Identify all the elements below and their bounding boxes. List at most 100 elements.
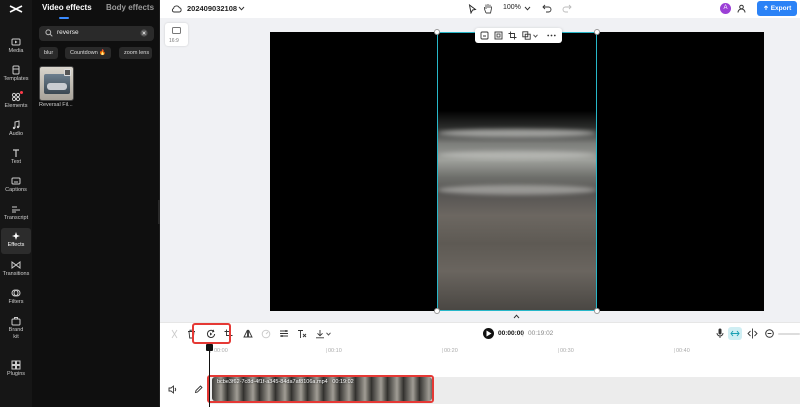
speed-icon[interactable] — [261, 329, 271, 339]
crop-fit-icon[interactable] — [494, 31, 503, 40]
highlight-box-reverse — [192, 323, 231, 344]
time-ruler[interactable]: 00:00 00:10 00:20 00:30 00:40 — [210, 348, 800, 358]
aspect-ratio-button[interactable]: 16:9 — [165, 23, 188, 46]
effect-thumbnail-reversal-filter[interactable] — [39, 66, 74, 101]
magnet-snap-toggle[interactable] — [728, 327, 742, 340]
select-pointer-icon[interactable] — [468, 4, 477, 14]
snap-icon — [730, 330, 740, 337]
notification-dot — [20, 91, 23, 94]
rail-item-effects[interactable]: Effects — [1, 228, 31, 254]
undo-icon[interactable] — [542, 4, 552, 13]
rail-item-filters[interactable]: Filters — [0, 285, 32, 311]
avatar[interactable]: A — [720, 3, 731, 14]
ruler-label: 00:30 — [560, 348, 574, 354]
text-icon — [13, 149, 19, 157]
effects-icon — [12, 232, 20, 240]
rail-item-elements[interactable]: Elements — [0, 89, 32, 115]
rail-item-plugins[interactable]: Plugins — [0, 357, 32, 383]
zoom-slider[interactable] — [778, 333, 800, 335]
crop-icon[interactable] — [508, 31, 517, 40]
resize-handle[interactable] — [594, 308, 600, 314]
chip-blur[interactable]: blur — [39, 47, 59, 59]
remove-background-icon[interactable] — [297, 329, 307, 339]
left-rail: Media Templates Elements Audio Text Capt… — [0, 0, 32, 407]
ruler-label: 00:00 — [214, 348, 228, 354]
active-tab-indicator — [59, 17, 69, 19]
audio-icon — [12, 120, 20, 130]
track-edit-icon[interactable] — [194, 385, 203, 394]
playhead[interactable] — [209, 344, 210, 407]
track-audio-icon[interactable] — [168, 385, 177, 394]
brand-kit-icon — [11, 317, 21, 326]
capcut-logo-icon[interactable] — [7, 3, 25, 17]
rail-item-captions[interactable]: Captions — [0, 173, 32, 199]
upload-icon — [763, 4, 768, 10]
chip-zoom-lens[interactable]: zoom lens — [119, 47, 152, 59]
chevron-up-icon[interactable] — [513, 314, 520, 319]
aspect-ratio-icon — [172, 27, 181, 34]
export-button[interactable]: Export — [757, 1, 797, 16]
media-icon — [11, 38, 21, 46]
adjust-icon[interactable] — [279, 329, 289, 338]
resize-handle[interactable] — [434, 308, 440, 314]
play-icon — [486, 330, 492, 337]
transcript-icon — [12, 206, 20, 213]
redo-icon[interactable] — [562, 4, 572, 13]
rail-item-transitions[interactable]: Transitions — [0, 257, 32, 283]
playhead-handle[interactable] — [206, 344, 213, 351]
tab-body-effects[interactable]: Body effects — [106, 3, 154, 12]
rail-item-templates[interactable]: Templates — [0, 62, 32, 88]
more-options-icon[interactable] — [547, 34, 556, 37]
cloud-icon — [171, 5, 182, 13]
rail-item-text[interactable]: Text — [0, 145, 32, 171]
resize-handle[interactable] — [594, 29, 600, 35]
timeline-toolbar: 00:00:00 | 00:19:02 — [160, 322, 800, 344]
chip-countdown[interactable]: Countdown 🔥 — [65, 47, 112, 59]
mask-icon[interactable] — [522, 31, 531, 40]
mirror-icon[interactable] — [243, 329, 253, 338]
rail-item-media[interactable]: Media — [0, 34, 32, 60]
effect-label: Reversal Fil... — [39, 102, 73, 108]
highlight-box-clip — [207, 375, 434, 403]
templates-icon — [12, 65, 20, 75]
resize-handle[interactable] — [434, 29, 440, 35]
preview-canvas-area: 16:9 — [160, 18, 800, 322]
user-icon[interactable] — [737, 4, 746, 13]
favorite-toggle-icon[interactable] — [64, 69, 71, 76]
replace-icon[interactable] — [480, 31, 489, 40]
mask-chevron-icon[interactable] — [533, 34, 538, 38]
zoom-chevron-icon[interactable] — [524, 6, 531, 11]
project-name[interactable]: 202409032108 — [187, 4, 237, 13]
download-icon[interactable] — [315, 329, 325, 339]
current-time: 00:00:00 — [498, 330, 525, 337]
play-button[interactable] — [483, 328, 494, 339]
chevron-down-icon[interactable] — [238, 6, 245, 11]
selected-video-layer[interactable] — [437, 32, 597, 311]
clear-search-icon[interactable] — [140, 29, 148, 37]
download-chevron-icon[interactable] — [326, 332, 331, 336]
tab-video-effects[interactable]: Video effects — [42, 3, 92, 12]
timeline[interactable]: 00:00 00:10 00:20 00:30 00:40 bcbe3f62-7… — [160, 344, 800, 407]
plugins-icon — [11, 360, 21, 370]
captions-icon — [11, 177, 21, 185]
rail-item-brand-kit[interactable]: Brand kit — [0, 313, 32, 347]
top-bar: 202409032108 100% A Export — [160, 0, 800, 18]
microphone-icon[interactable] — [716, 328, 724, 339]
time-separator: | — [522, 330, 524, 337]
rail-item-audio[interactable]: Audio — [0, 117, 32, 143]
layer-floating-toolbar — [475, 28, 562, 43]
zoom-out-icon[interactable] — [765, 329, 774, 338]
fire-icon: 🔥 — [99, 50, 107, 56]
effects-search-input[interactable]: reverse — [39, 26, 154, 41]
ruler-label: 00:40 — [676, 348, 690, 354]
zoom-level[interactable]: 100% — [503, 4, 521, 11]
split-screen-icon[interactable] — [747, 328, 758, 339]
split-icon[interactable] — [170, 329, 179, 339]
rail-item-transcript[interactable]: Transcript — [0, 201, 32, 227]
hand-tool-icon[interactable] — [483, 3, 493, 14]
effects-panel: Video effects Body effects reverse blur … — [32, 0, 160, 407]
transitions-icon — [11, 261, 21, 269]
search-value: reverse — [57, 29, 79, 36]
total-duration: 00:19:02 — [528, 330, 554, 337]
ruler-label: 00:10 — [328, 348, 342, 354]
